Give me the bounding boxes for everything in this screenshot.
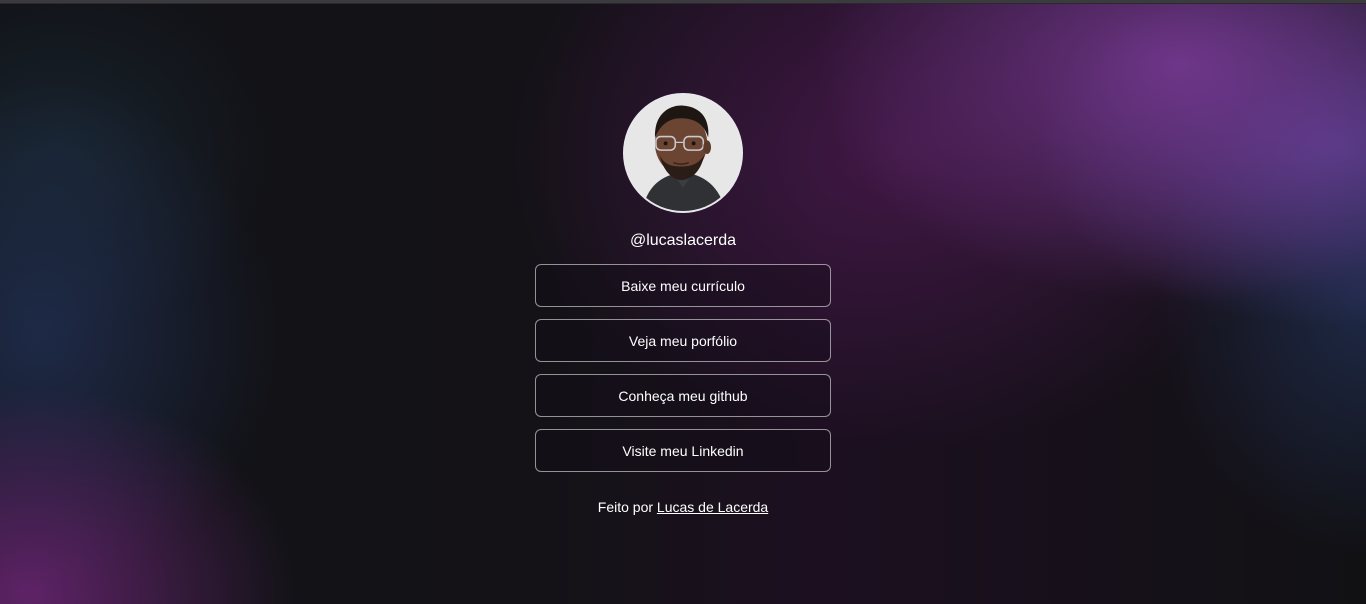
profile-photo-icon	[625, 95, 741, 211]
download-resume-button[interactable]: Baixe meu currículo	[535, 264, 831, 307]
footer-prefix: Feito por	[597, 499, 654, 515]
linkedin-button[interactable]: Visite meu Linkedin	[535, 429, 831, 472]
avatar	[623, 93, 743, 213]
github-button[interactable]: Conheça meu github	[535, 374, 831, 417]
link-list: Baixe meu currículo Veja meu porfólio Co…	[535, 264, 831, 472]
author-link[interactable]: Lucas de Lacerda	[657, 499, 768, 515]
username: @lucaslacerda	[629, 232, 737, 249]
footer: Feito por Lucas de Lacerda	[598, 497, 768, 517]
portfolio-button[interactable]: Veja meu porfólio	[535, 319, 831, 362]
profile-page: @lucaslacerda Baixe meu currículo Veja m…	[0, 93, 1366, 517]
